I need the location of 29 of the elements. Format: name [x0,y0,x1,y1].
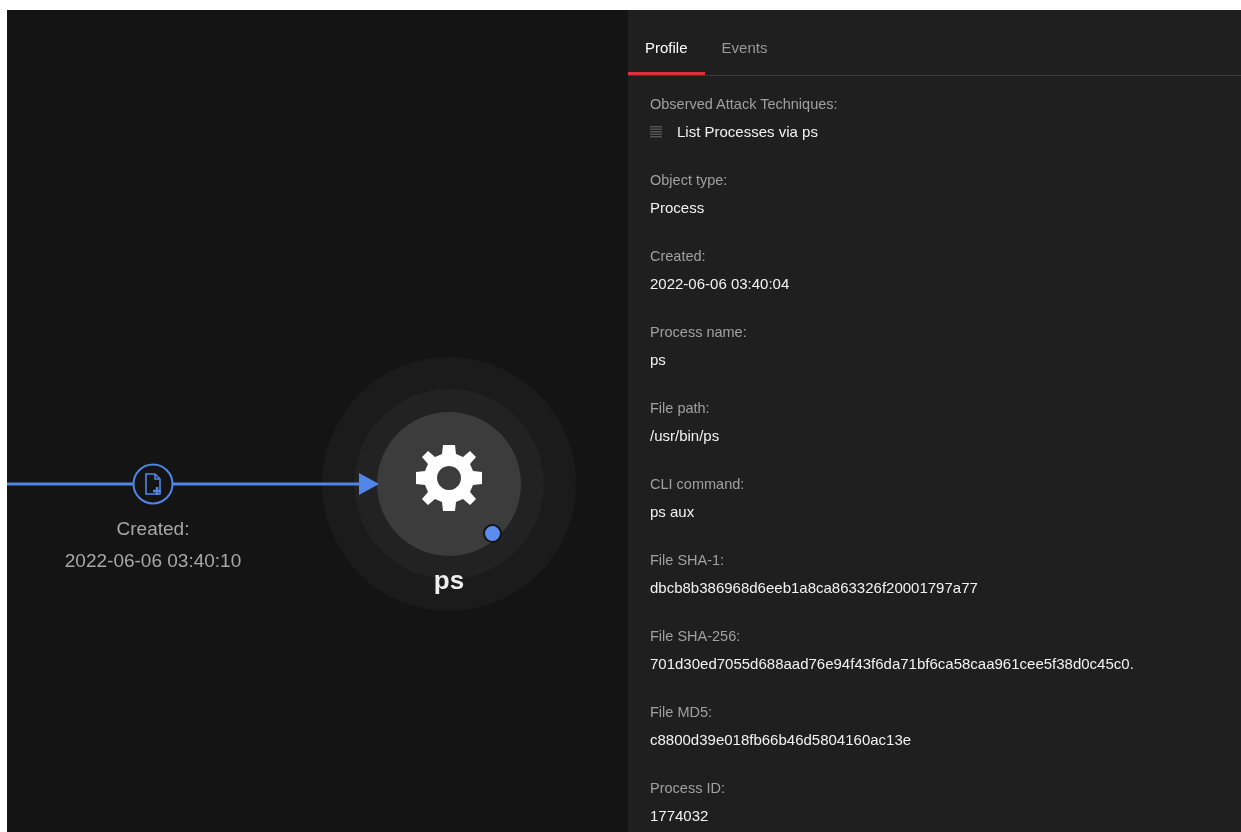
field-label: File SHA-256: [650,627,742,646]
gear-icon [413,442,485,514]
field-label: File SHA-1: [650,551,726,570]
field-value: 1774032 [650,806,710,826]
field-value: /usr/bin/ps [650,426,721,446]
field-label: Observed Attack Techniques: [650,95,839,114]
field-value: Process [650,198,706,218]
field-label: CLI command: [650,475,746,494]
file-add-icon[interactable] [132,463,174,505]
field-value: ps [650,350,667,370]
tab[interactable]: Events [704,10,785,75]
field-value: 701d30ed7055d688aad76e94f43f6da71bf6ca58caa961cee5f38d0c45c0. [650,654,1135,674]
field-label: File path: [650,399,711,418]
field-value: c8800d39e018fb66b46d5804160ac13e [650,730,913,750]
field-label: Created: [650,247,707,266]
tab[interactable]: Profile [628,10,705,75]
field-label: File MD5: [650,703,714,722]
edge-time: 2022-06-06 03:40:10 [64,549,242,573]
field-value: dbcb8b386968d6eeb1a8ca863326f20001797a77 [650,578,979,598]
list-icon [650,126,662,138]
field-label: Object type: [650,171,729,190]
node-name: ps [432,565,466,596]
field-label: Process ID: [650,779,726,798]
status-dot [483,524,502,543]
edge-label: Created: [116,517,190,541]
technique-link[interactable]: List Processes via ps [677,122,818,142]
field-value: ps aux [650,502,696,522]
field-label: Process name: [650,323,748,342]
field-value: 2022-06-06 03:40:04 [650,274,791,294]
